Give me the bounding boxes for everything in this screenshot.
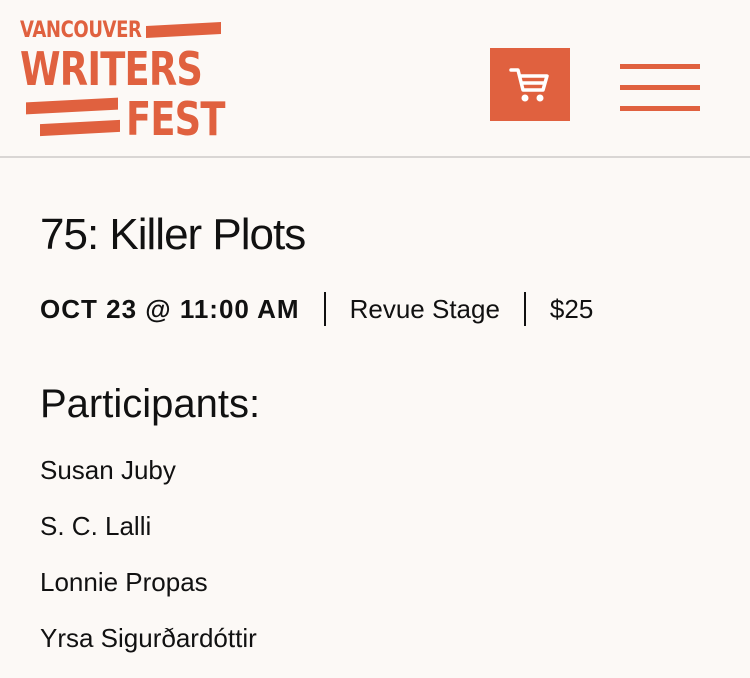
participant-name[interactable]: S. C. Lalli [40,508,257,564]
site-header: VANCOUVER WRITERS FEST [0,0,750,158]
participant-name[interactable]: Yrsa Sigurðardóttir [40,620,257,676]
logo-line-1: VANCOUVER [20,18,142,43]
logo-bar [40,119,120,137]
event-meta: OCT 23 @ 11:00 AM Revue Stage $25 [40,290,593,328]
event-title: 75: Killer Plots [40,210,306,259]
participant-name[interactable]: Susan Juby [40,452,257,508]
logo-line-3: FEST [126,92,225,146]
logo-bar [146,22,221,38]
event-venue: Revue Stage [349,293,500,324]
vancouver-writers-fest-logo[interactable]: VANCOUVER WRITERS FEST [18,18,228,146]
participants-heading: Participants: [40,382,261,426]
participants-list: Susan Juby S. C. Lalli Lonnie Propas Yrs… [40,452,257,676]
shopping-cart-icon [509,68,549,102]
participant-name[interactable]: Lonnie Propas [40,564,257,620]
logo-bar [26,97,118,115]
hamburger-menu-icon[interactable] [620,60,700,112]
divider [523,292,526,326]
cart-button[interactable] [490,48,570,121]
event-datetime: OCT 23 @ 11:00 AM [40,293,300,324]
menu-line [620,106,700,111]
menu-line [620,85,700,90]
menu-line [620,64,700,69]
event-price: $25 [549,293,594,324]
divider [323,292,326,326]
logo-line-2: WRITERS [20,42,203,96]
